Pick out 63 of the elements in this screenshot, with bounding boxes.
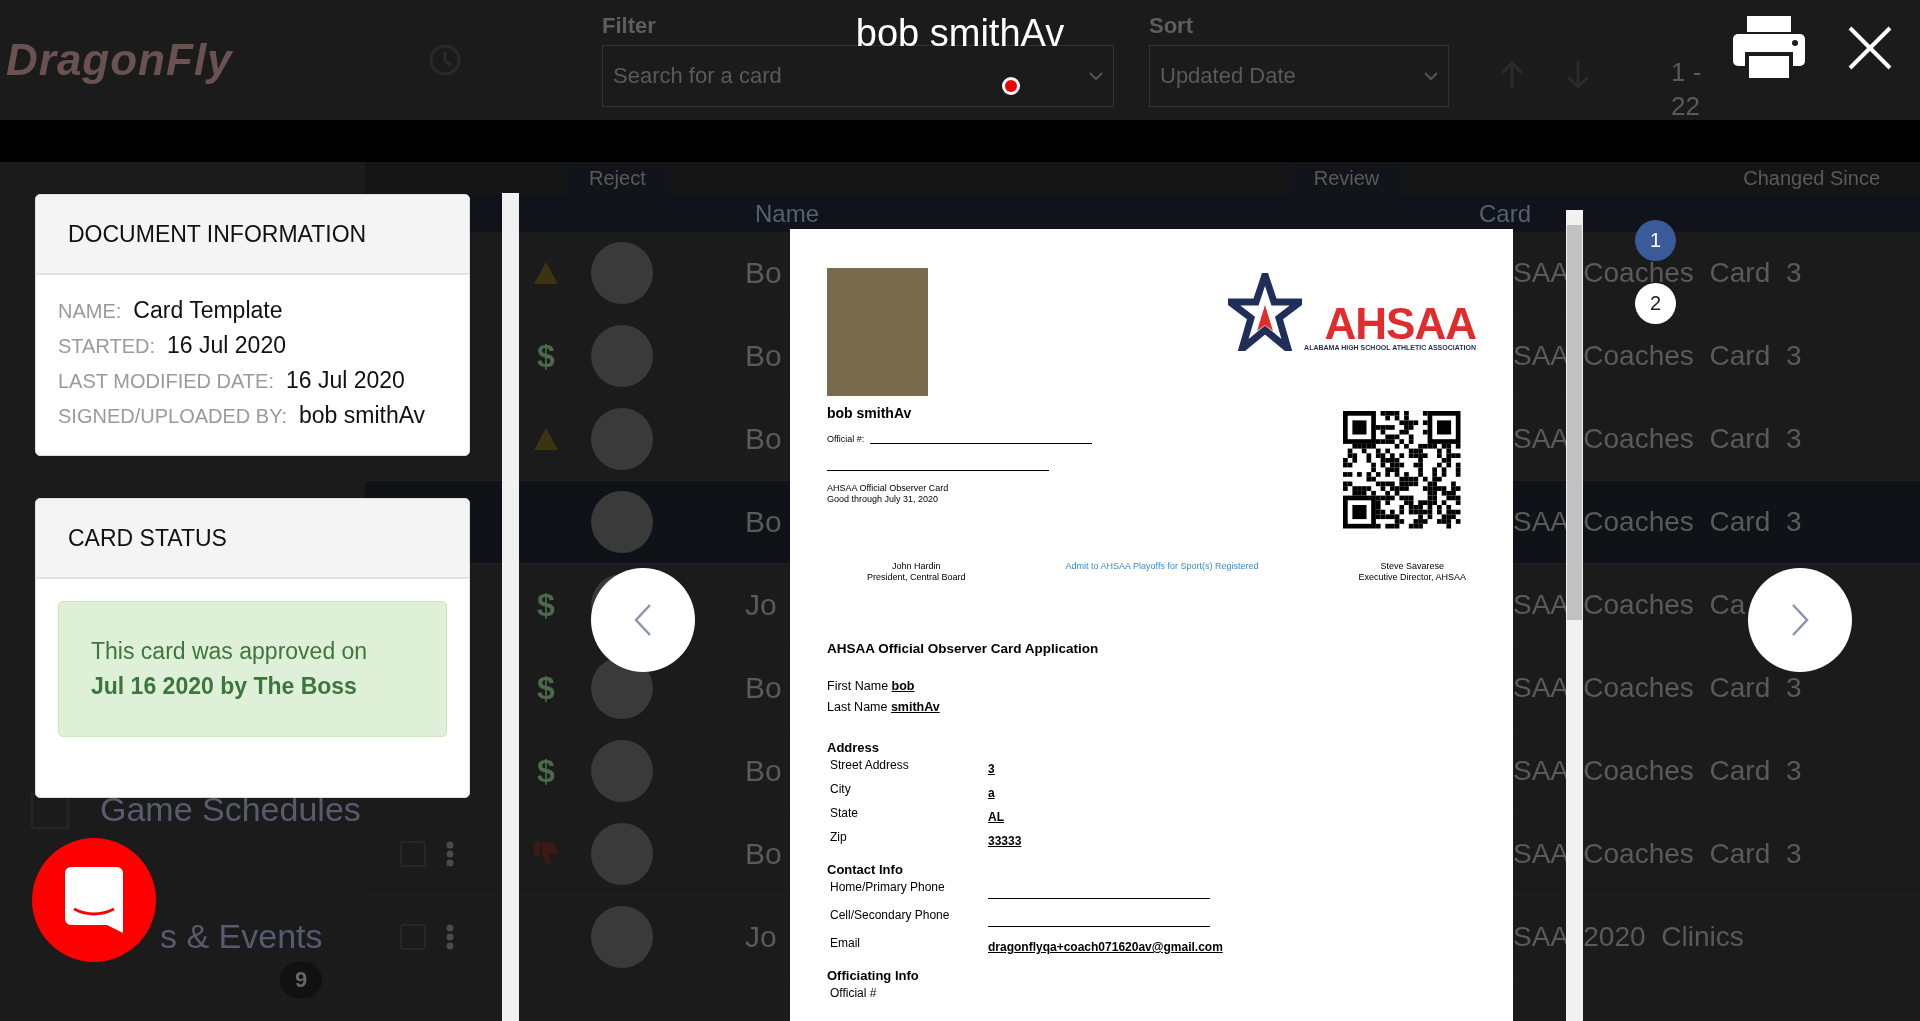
field-label: Official #:: [827, 434, 865, 444]
name-field: Last Name smithAv: [827, 697, 1476, 718]
field-label: Official #: [830, 986, 878, 1000]
card-cell: SAA Coaches Card 3: [1513, 340, 1802, 372]
approval-message: This card was approved on Jul 16 2020 by The Boss: [58, 601, 447, 737]
field-label: Home/Primary Phone: [830, 880, 946, 894]
field-label: Street Address: [830, 758, 910, 772]
name-cell: Bo: [745, 339, 782, 373]
holder-name: bob smithAv: [827, 405, 913, 421]
card-text: AHSAA Official Observer Card: [827, 483, 950, 494]
field-label: Cell/Secondary Phone: [830, 908, 951, 922]
name-field: First Name bob: [827, 676, 1476, 697]
name-cell: Bo: [745, 256, 782, 290]
filter-label: Filter: [602, 13, 656, 39]
field-value: 16 Jul 2020: [285, 367, 405, 394]
app-logo: DragonFly: [6, 35, 234, 85]
field-label: Email: [830, 936, 861, 950]
field-label: Zip: [830, 830, 848, 844]
name-cell: Bo: [745, 754, 782, 788]
dollar-icon: $: [537, 752, 555, 790]
card-cell: SAA Coaches Card 3: [1513, 755, 1802, 787]
field-value: Card Template: [133, 297, 283, 324]
card-cell: SAA 2020 Clinics: [1513, 921, 1744, 953]
field-label: City: [830, 782, 852, 796]
card-cell: SAA Coaches Card 3: [1513, 838, 1802, 870]
section-heading: Officiating Info: [827, 967, 920, 985]
name-cell: Bo: [745, 671, 782, 705]
field-value: a: [988, 786, 995, 800]
section-heading: Address: [827, 739, 881, 757]
signature-text: Steve Savarese Executive Director, AHSAA: [1358, 561, 1466, 583]
name-cell: Bo: [745, 422, 782, 456]
card-heading: CARD STATUS: [68, 524, 227, 552]
card-cell: SAA Coaches Ca: [1513, 589, 1746, 621]
field-label: SIGNED/UPLOADED BY:: [58, 405, 287, 428]
count-badge: 9: [280, 962, 322, 998]
card-text: Good through July 31, 2020: [827, 494, 940, 505]
field-value: 3: [988, 762, 995, 776]
name-cell: Jo: [745, 588, 777, 622]
field-value: dragonflyqa+coach071620av@gmail.com: [988, 940, 1223, 954]
application-title: AHSAA Official Observer Card Application: [827, 641, 1100, 656]
field-label: State: [830, 806, 860, 820]
signature-text: John Hardin President, Central Board: [867, 561, 966, 583]
admit-note: Admit to AHSAA Playoffs for Sport(s) Registered: [1065, 561, 1259, 573]
field-value: 33333: [988, 834, 1022, 848]
dollar-icon: $: [537, 337, 555, 375]
name-cell: Bo: [745, 505, 782, 539]
card-cell: SAA Coaches Card 3: [1513, 672, 1802, 704]
card-cell: SAA Coaches Card 3: [1513, 506, 1802, 538]
field-value: AL: [988, 810, 1004, 824]
field-value: 16 Jul 2020: [167, 332, 286, 359]
card-cell: SAA Coaches Card 3: [1513, 423, 1802, 455]
field-label: LAST MODIFIED DATE:: [58, 370, 274, 393]
name-cell: Jo: [745, 920, 777, 954]
dollar-icon: $: [537, 586, 555, 624]
field-label: STARTED:: [58, 335, 156, 358]
card-heading: DOCUMENT INFORMATION: [68, 220, 367, 248]
dollar-icon: $: [537, 669, 555, 707]
sort-label: Sort: [1149, 13, 1193, 39]
field-value: bob smithAv: [298, 402, 426, 429]
name-cell: Bo: [745, 837, 782, 871]
pagination-text: 1 - 22: [1671, 56, 1703, 123]
section-heading: Contact Info: [827, 861, 904, 879]
field-label: NAME:: [58, 300, 122, 323]
